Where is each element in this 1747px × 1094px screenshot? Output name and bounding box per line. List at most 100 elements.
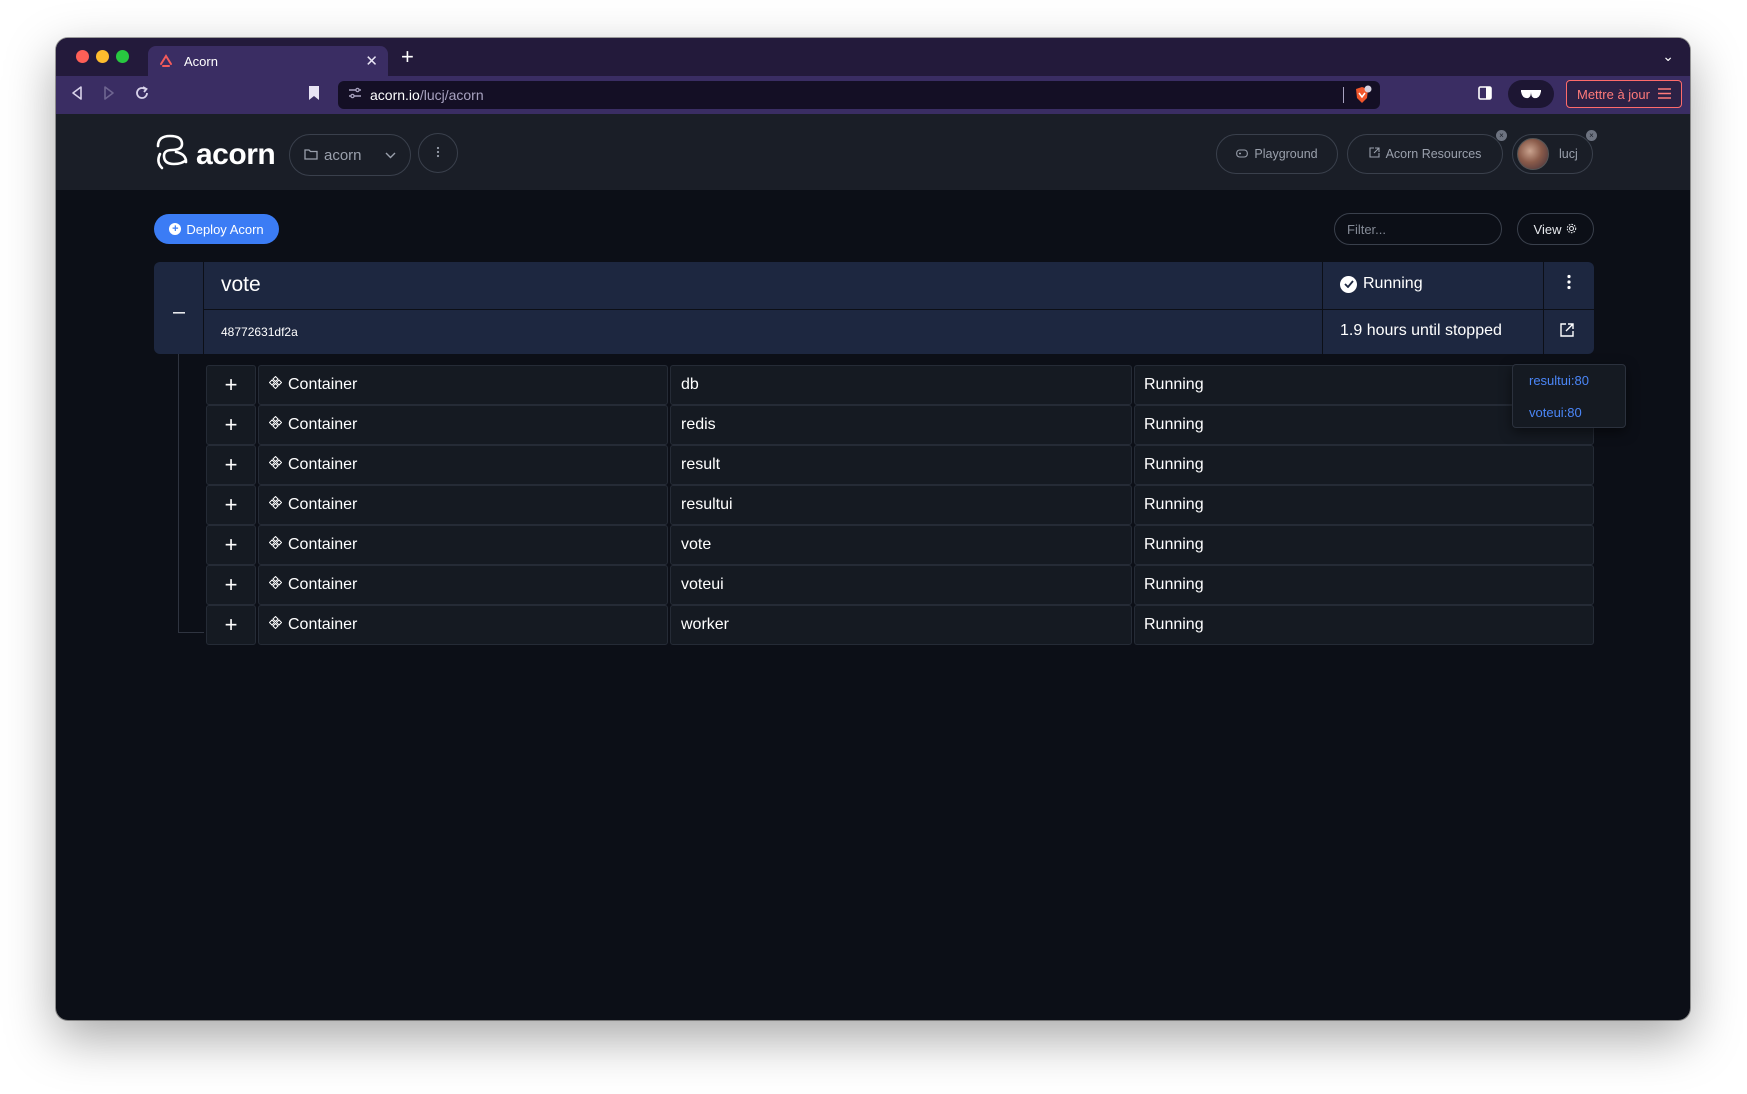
app-status-cell: Running 1.9 hours until stopped xyxy=(1322,262,1544,354)
acorn-logo[interactable]: acorn xyxy=(152,132,276,177)
open-endpoints-button[interactable] xyxy=(1559,322,1575,343)
browser-window: Acorn ✕ + ⌄ acorn.io/lucj/acorn Mettre à… xyxy=(56,38,1690,1020)
external-link-icon xyxy=(1369,147,1380,161)
container-type-label: Container xyxy=(288,416,358,433)
dismiss-badge-icon[interactable]: × xyxy=(1496,130,1507,141)
expand-row-button[interactable]: + xyxy=(206,365,256,405)
user-menu-button[interactable]: lucj × xyxy=(1512,130,1597,174)
app-card: vote 48772631df2a Running 1.9 hours unti… xyxy=(154,262,1594,354)
app-name[interactable]: vote xyxy=(221,273,261,297)
plus-icon: + xyxy=(224,572,238,597)
project-select[interactable]: acorn xyxy=(289,134,411,176)
update-label: Mettre à jour xyxy=(1577,86,1650,102)
tree-connector xyxy=(178,632,204,633)
plus-icon: + xyxy=(224,492,238,517)
table-row: + Container db Running xyxy=(206,365,1594,405)
url-separator xyxy=(1343,87,1344,103)
container-icon xyxy=(268,495,283,514)
acorn-logo-icon xyxy=(152,132,192,177)
container-type: Container xyxy=(258,605,668,645)
expand-row-button[interactable]: + xyxy=(206,405,256,445)
back-icon[interactable] xyxy=(70,85,84,107)
external-link-icon xyxy=(1559,323,1575,342)
address-bar[interactable]: acorn.io/lucj/acorn xyxy=(338,81,1380,109)
table-row: + Container voteui Running xyxy=(206,565,1594,605)
container-type-label: Container xyxy=(288,456,358,473)
kebab-icon xyxy=(1567,274,1571,294)
container-name[interactable]: redis xyxy=(670,405,1132,445)
url-text: acorn.io/lucj/acorn xyxy=(370,87,484,103)
app-menu-button[interactable] xyxy=(1556,274,1582,295)
expand-row-button[interactable]: + xyxy=(206,525,256,565)
tree-connector xyxy=(178,354,179,632)
container-status: Running xyxy=(1134,525,1594,565)
container-icon xyxy=(268,375,283,394)
deploy-acorn-button[interactable]: + Deploy Acorn xyxy=(154,214,279,244)
tab-list-chevron-icon[interactable]: ⌄ xyxy=(1662,48,1674,65)
container-type-label: Container xyxy=(288,536,358,553)
endpoint-link[interactable]: resultui:80 xyxy=(1529,373,1625,389)
resources-label: Acorn Resources xyxy=(1385,147,1482,161)
endpoint-link[interactable]: voteui:80 xyxy=(1529,405,1625,421)
expand-row-button[interactable]: + xyxy=(206,605,256,645)
reader-mode-icon[interactable] xyxy=(1508,80,1554,108)
hamburger-menu-icon xyxy=(1657,87,1671,102)
collapse-app-button[interactable] xyxy=(154,262,204,354)
forward-icon[interactable] xyxy=(102,85,116,107)
zoom-window-button[interactable] xyxy=(116,50,129,63)
container-icon xyxy=(268,455,283,474)
container-status: Running xyxy=(1134,565,1594,605)
endpoints-popover: resultui:80 voteui:80 xyxy=(1512,364,1626,428)
container-icon xyxy=(268,575,283,594)
minimize-window-button[interactable] xyxy=(96,50,109,63)
acorn-resources-button[interactable]: Acorn Resources × xyxy=(1347,130,1507,174)
kebab-icon xyxy=(436,145,440,161)
expand-row-button[interactable]: + xyxy=(206,445,256,485)
expand-row-button[interactable]: + xyxy=(206,565,256,605)
view-settings-button[interactable]: View xyxy=(1517,213,1594,245)
playground-button[interactable]: Playground xyxy=(1216,134,1338,174)
container-type-label: Container xyxy=(288,376,358,393)
dismiss-badge-icon[interactable]: × xyxy=(1586,130,1597,141)
reload-icon[interactable] xyxy=(134,85,150,107)
username: lucj xyxy=(1559,147,1578,161)
container-name[interactable]: db xyxy=(670,365,1132,405)
chevron-down-icon xyxy=(385,148,396,162)
plus-icon: + xyxy=(224,612,238,637)
close-window-button[interactable] xyxy=(76,50,89,63)
tab-bar: Acorn ✕ + ⌄ xyxy=(56,38,1690,76)
container-name[interactable]: worker xyxy=(670,605,1132,645)
acorn-favicon-icon xyxy=(158,53,174,69)
expand-row-button[interactable]: + xyxy=(206,485,256,525)
container-type-label: Container xyxy=(288,616,358,633)
container-type: Container xyxy=(258,485,668,525)
container-icon xyxy=(268,535,283,554)
container-name[interactable]: result xyxy=(670,445,1132,485)
browser-tab[interactable]: Acorn ✕ xyxy=(148,46,388,76)
site-settings-icon[interactable] xyxy=(348,86,362,104)
folder-icon xyxy=(304,147,318,164)
project-name: acorn xyxy=(324,146,362,164)
app-id: 48772631df2a xyxy=(221,325,298,339)
close-tab-icon[interactable]: ✕ xyxy=(365,54,378,69)
gamepad-icon xyxy=(1236,147,1249,161)
minus-icon xyxy=(172,298,185,319)
plus-icon: + xyxy=(224,452,238,477)
sidebar-toggle-icon[interactable] xyxy=(1478,86,1492,105)
new-tab-icon[interactable]: + xyxy=(401,46,414,68)
project-menu-button[interactable] xyxy=(418,133,458,173)
container-name[interactable]: vote xyxy=(670,525,1132,565)
update-browser-button[interactable]: Mettre à jour xyxy=(1566,80,1682,108)
container-type: Container xyxy=(258,365,668,405)
container-type: Container xyxy=(258,565,668,605)
app-status: Running xyxy=(1340,275,1423,293)
bookmark-icon[interactable] xyxy=(308,85,320,106)
container-name[interactable]: voteui xyxy=(670,565,1132,605)
container-name[interactable]: resultui xyxy=(670,485,1132,525)
table-row: + Container vote Running xyxy=(206,525,1594,565)
container-type-label: Container xyxy=(288,576,358,593)
logo-text: acorn xyxy=(196,137,276,171)
brave-shield-icon[interactable] xyxy=(1352,85,1372,110)
filter-input[interactable] xyxy=(1334,213,1502,245)
tab-title: Acorn xyxy=(184,53,218,69)
